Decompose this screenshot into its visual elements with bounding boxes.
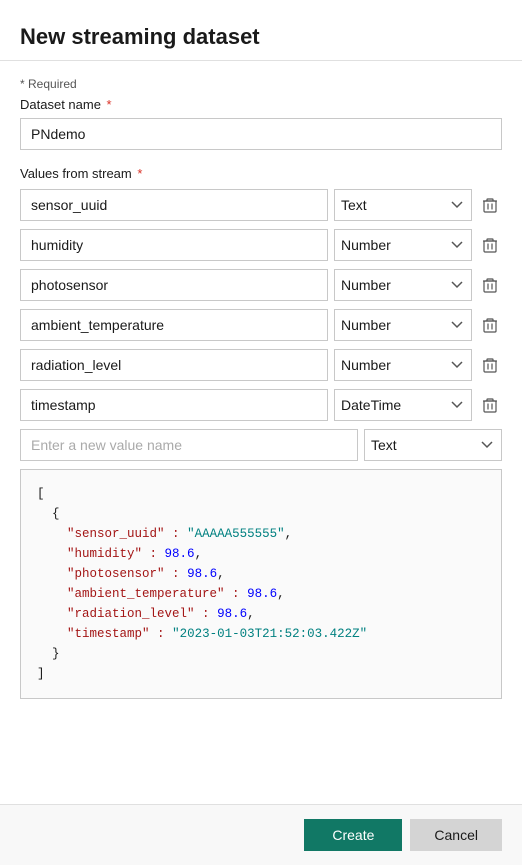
new-value-name-input[interactable] <box>20 429 358 461</box>
delete-row-button[interactable] <box>478 353 502 377</box>
stream-name-input[interactable] <box>20 189 328 221</box>
panel-body: * Required Dataset name * Values from st… <box>0 61 522 804</box>
stream-type-select[interactable]: TextNumberDateTimeBoolean <box>334 309 472 341</box>
stream-row: TextNumberDateTimeBoolean <box>20 269 502 301</box>
stream-name-input[interactable] <box>20 229 328 261</box>
stream-row: TextNumberDateTimeBoolean <box>20 389 502 421</box>
values-from-stream-label: Values from stream * <box>20 166 502 181</box>
required-note: * Required <box>20 77 502 91</box>
delete-row-button[interactable] <box>478 313 502 337</box>
stream-type-select[interactable]: TextNumberDateTimeBoolean <box>334 389 472 421</box>
stream-type-select[interactable]: TextNumberDateTimeBoolean <box>334 269 472 301</box>
stream-name-input[interactable] <box>20 309 328 341</box>
delete-row-button[interactable] <box>478 393 502 417</box>
stream-row: TextNumberDateTimeBoolean <box>20 349 502 381</box>
stream-row: TextNumberDateTimeBoolean <box>20 189 502 221</box>
stream-name-input[interactable] <box>20 269 328 301</box>
delete-row-button[interactable] <box>478 273 502 297</box>
cancel-button[interactable]: Cancel <box>410 819 502 851</box>
new-value-type-select[interactable]: Text Number DateTime Boolean <box>364 429 502 461</box>
panel-header: New streaming dataset <box>0 0 522 61</box>
create-button[interactable]: Create <box>304 819 402 851</box>
stream-type-select[interactable]: TextNumberDateTimeBoolean <box>334 229 472 261</box>
stream-row: TextNumberDateTimeBoolean <box>20 309 502 341</box>
stream-row: TextNumberDateTimeBoolean <box>20 229 502 261</box>
json-preview: [ { "sensor_uuid" : "AAAAA555555", "humi… <box>20 469 502 699</box>
delete-row-button[interactable] <box>478 233 502 257</box>
stream-rows-container: TextNumberDateTimeBoolean TextNumberDateT… <box>20 189 502 421</box>
stream-type-select[interactable]: TextNumberDateTimeBoolean <box>334 349 472 381</box>
page-title: New streaming dataset <box>20 24 502 50</box>
panel-footer: Create Cancel <box>0 804 522 865</box>
stream-name-input[interactable] <box>20 389 328 421</box>
dataset-name-label: Dataset name * <box>20 97 502 112</box>
delete-row-button[interactable] <box>478 193 502 217</box>
new-streaming-dataset-panel: New streaming dataset * Required Dataset… <box>0 0 522 865</box>
dataset-name-input[interactable] <box>20 118 502 150</box>
stream-type-select[interactable]: TextNumberDateTimeBoolean <box>334 189 472 221</box>
stream-name-input[interactable] <box>20 349 328 381</box>
new-value-row: Text Number DateTime Boolean <box>20 429 502 461</box>
